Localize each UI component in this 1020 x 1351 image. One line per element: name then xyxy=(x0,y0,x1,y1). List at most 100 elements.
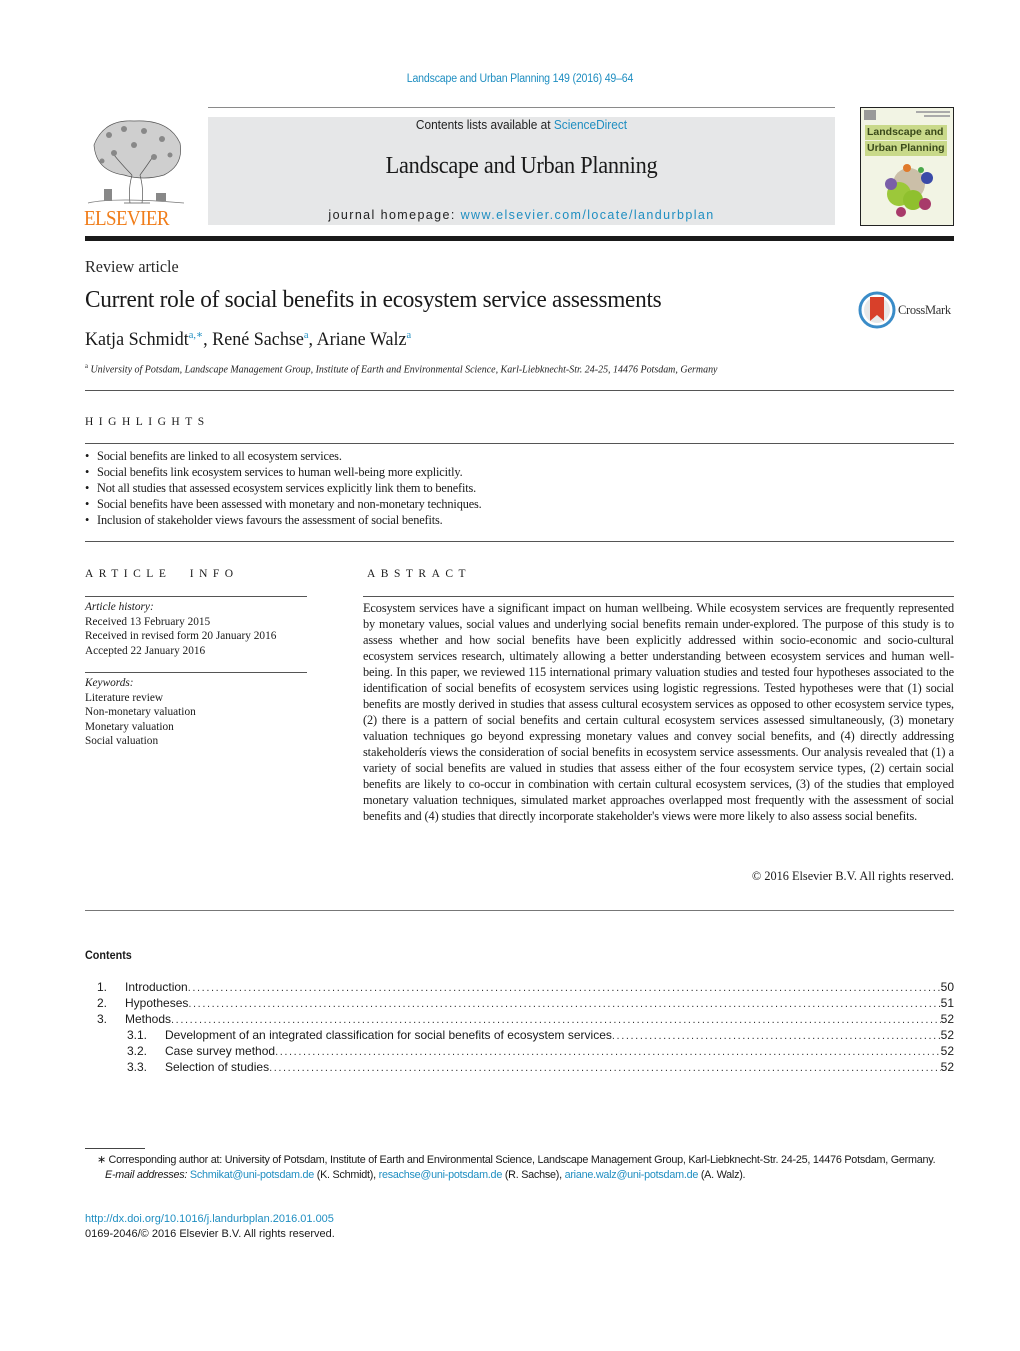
keywords-label: Keywords: xyxy=(85,677,134,689)
crossmark-button[interactable]: CrossMark xyxy=(858,291,958,331)
email-addresses: E-mail addresses: Schmikat@uni-potsdam.d… xyxy=(85,1168,954,1183)
highlight-item: Inclusion of stakeholder views favours t… xyxy=(85,512,482,528)
toc-entry-label[interactable]: Selection of studies xyxy=(165,1059,269,1075)
history-item: Accepted 22 January 2016 xyxy=(85,644,206,657)
elsevier-wordmark: ELSEVIER xyxy=(84,206,169,230)
toc-entry-page[interactable]: 52 xyxy=(941,1027,954,1043)
toc-entry[interactable]: 2. Hypotheses 51 xyxy=(85,995,954,1011)
sciencedirect-link[interactable]: ScienceDirect xyxy=(554,118,627,132)
article-history-label: Article history: xyxy=(85,601,154,613)
cover-issue-info-icon xyxy=(916,111,950,117)
toc-entry-label[interactable]: Methods xyxy=(125,1011,171,1027)
history-item: Received in revised form 20 January 2016 xyxy=(85,630,277,642)
section-rule xyxy=(363,596,954,597)
toc-entry-number: 3.3. xyxy=(126,1060,147,1074)
toc-entry[interactable]: 3.2. Case survey method 52 xyxy=(85,1043,954,1059)
cover-artwork-icon xyxy=(885,164,933,217)
author-name[interactable]: Katja Schmidt xyxy=(85,329,189,350)
homepage-label: journal homepage: xyxy=(328,208,461,222)
issn-copyright: 0169-2046/© 2016 Elsevier B.V. All right… xyxy=(85,1227,335,1240)
toc-entry-page[interactable]: 52 xyxy=(941,1043,954,1059)
author-list: Katja Schmidta,∗, René Sachse a, Ariane W… xyxy=(85,328,411,351)
history-item: Received 13 February 2015 xyxy=(85,615,211,628)
toc-entry-label[interactable]: Development of an integrated classificat… xyxy=(165,1027,612,1043)
toc-entry[interactable]: 1. Introduction 50 xyxy=(85,979,954,995)
contents-available-text: Contents lists available at xyxy=(415,118,554,132)
section-rule xyxy=(85,443,954,444)
cover-title: Landscape and Urban Planning xyxy=(865,125,947,157)
article-info-heading-text: ARTICLE INFO xyxy=(85,568,239,580)
toc-entry-number: 2. xyxy=(96,996,107,1010)
footnote-rule xyxy=(85,1148,145,1149)
email-label: E-mail addresses: xyxy=(105,1168,188,1181)
keyword-item: Monetary valuation xyxy=(85,720,174,733)
toc-entry-page[interactable]: 51 xyxy=(941,995,954,1011)
author-separator: , xyxy=(308,329,317,350)
toc-leader-dots xyxy=(188,996,940,1012)
email-link[interactable]: ariane.walz@uni-potsdam.de xyxy=(565,1169,699,1181)
section-rule xyxy=(85,672,307,673)
toc-entry[interactable]: 3.3. Selection of studies 52 xyxy=(85,1059,954,1075)
email-owner: (R. Sachse), xyxy=(502,1168,565,1181)
email-owner: (K. Schmidt), xyxy=(313,1168,379,1181)
toc-leader-dots xyxy=(171,1012,941,1028)
article-title: Current role of social benefits in ecosy… xyxy=(85,286,662,313)
crossmark-label: CrossMark xyxy=(898,303,951,317)
toc-entry-label[interactable]: Case survey method xyxy=(165,1043,275,1059)
toc-entry[interactable]: 3.1. Development of an integrated classi… xyxy=(85,1027,954,1043)
affiliation-text: University of Potsdam, Landscape Managem… xyxy=(90,364,718,376)
toc-entry-page[interactable]: 52 xyxy=(941,1059,954,1075)
author-name[interactable]: René Sachse xyxy=(212,329,304,350)
article-type: Review article xyxy=(85,257,179,276)
toc-entry-page[interactable]: 52 xyxy=(941,1011,954,1027)
highlight-item: Social benefits have been assessed with … xyxy=(85,496,482,512)
journal-masthead: Contents lists available at ScienceDirec… xyxy=(208,117,835,225)
toc-entry-page[interactable]: 50 xyxy=(941,979,954,995)
header-thick-rule xyxy=(85,236,954,241)
toc-entry-label[interactable]: Introduction xyxy=(125,979,188,995)
toc-entry-number: 3.1. xyxy=(126,1028,147,1042)
cover-title-line1: Landscape and xyxy=(865,125,947,140)
section-rule xyxy=(85,910,954,911)
toc-entry-label[interactable]: Hypotheses xyxy=(125,995,188,1011)
affiliation-marker: a xyxy=(85,362,88,370)
article-info-heading: ARTICLE INFO xyxy=(85,568,239,580)
abstract-text: Ecosystem services have a significant im… xyxy=(363,601,954,823)
abstract-heading: ABSTRACT xyxy=(367,568,472,580)
corresponding-author-note: ∗ Corresponding author at: University of… xyxy=(97,1154,936,1166)
homepage-link[interactable]: www.elsevier.com/locate/landurbplan xyxy=(461,208,715,222)
email-link[interactable]: Schmikat@uni-potsdam.de xyxy=(190,1169,314,1181)
toc-entry-number: 3.2. xyxy=(126,1044,147,1058)
cover-title-line2: Urban Planning xyxy=(865,141,947,156)
journal-reference-link[interactable]: Landscape and Urban Planning 149 (2016) … xyxy=(42,73,999,85)
keywords: Keywords: Literature review Non-monetary… xyxy=(85,676,196,749)
author-affiliation-marker[interactable]: a,∗ xyxy=(189,329,203,341)
toc-entry[interactable]: 3. Methods 52 xyxy=(85,1011,954,1027)
footnotes: ∗ Corresponding author at: University of… xyxy=(85,1153,954,1182)
highlight-item: Not all studies that assessed ecosystem … xyxy=(85,480,482,496)
table-of-contents: 1. Introduction 50 2. Hypotheses 51 3. M… xyxy=(85,979,954,1075)
email-link[interactable]: resachse@uni-potsdam.de xyxy=(379,1169,503,1181)
toc-leader-dots xyxy=(275,1044,941,1060)
toc-entry-number: 3. xyxy=(96,1012,107,1026)
highlights-list: Social benefits are linked to all ecosys… xyxy=(85,448,482,528)
section-rule xyxy=(85,596,307,597)
author-name[interactable]: Ariane Walz xyxy=(317,329,407,350)
doi-block: http://dx.doi.org/10.1016/j.landurbplan.… xyxy=(85,1212,335,1241)
toc-entry-number: 1. xyxy=(96,980,107,994)
doi-link[interactable]: http://dx.doi.org/10.1016/j.landurbplan.… xyxy=(85,1212,335,1227)
contents-heading: Contents xyxy=(85,948,132,962)
journal-name: Landscape and Urban Planning xyxy=(385,153,658,179)
keyword-item: Non-monetary valuation xyxy=(85,706,196,718)
section-rule xyxy=(85,541,954,542)
highlights-heading: HIGHLIGHTS xyxy=(85,416,210,428)
toc-leader-dots xyxy=(612,1028,941,1044)
contents-available-line: Contents lists available at ScienceDirec… xyxy=(224,118,820,132)
abstract-copyright: © 2016 Elsevier B.V. All rights reserved… xyxy=(751,869,954,883)
highlight-item: Social benefits link ecosystem services … xyxy=(85,464,482,480)
affiliation: a University of Potsdam, Landscape Manag… xyxy=(85,362,717,376)
highlight-item: Social benefits are linked to all ecosys… xyxy=(85,448,482,464)
crossmark-icon xyxy=(858,291,896,329)
author-affiliation-marker[interactable]: a xyxy=(407,329,412,341)
toc-leader-dots xyxy=(269,1060,941,1076)
